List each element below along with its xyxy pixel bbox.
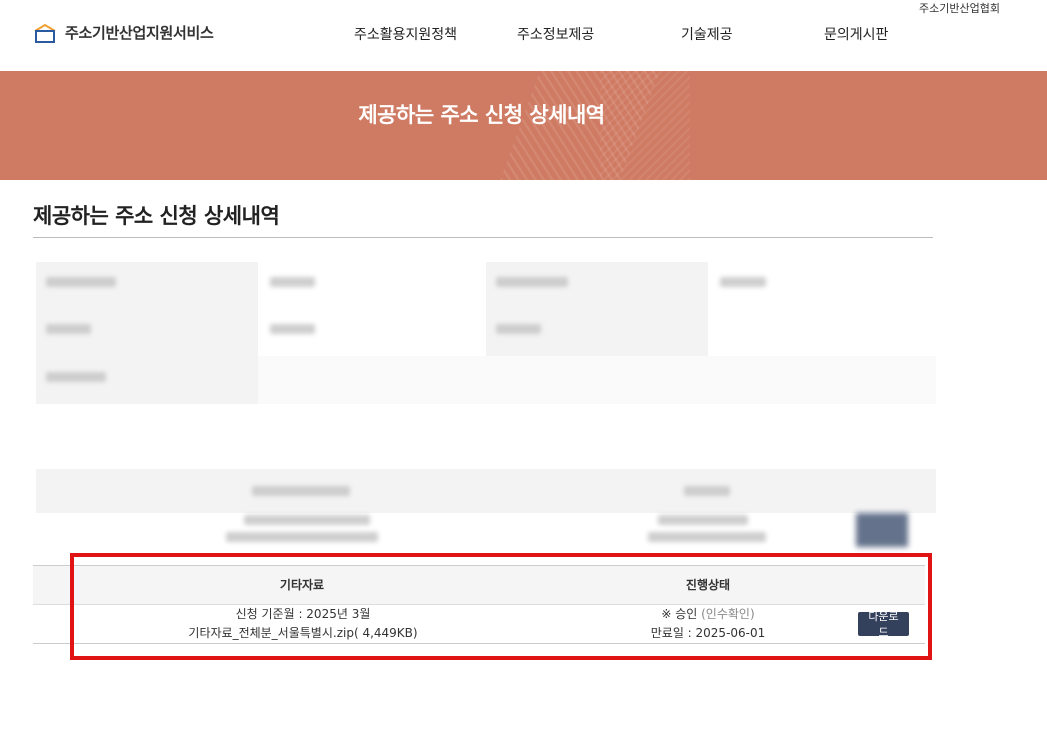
redacted-text	[270, 324, 315, 334]
nav-item-address-info[interactable]: 주소정보제공	[517, 24, 594, 44]
request-month: 신청 기준월 : 2025년 3월	[235, 607, 371, 621]
redacted-text	[226, 532, 378, 542]
redacted-table-header	[36, 469, 936, 513]
nav-item-tech[interactable]: 기술제공	[681, 24, 733, 44]
nav-item-board[interactable]: 문의게시판	[824, 24, 888, 44]
info-value-cell	[258, 356, 936, 404]
expiry-date: 만료일 : 2025-06-01	[650, 626, 766, 640]
redacted-text	[648, 532, 766, 542]
header-other-data: 기타자료	[279, 578, 325, 592]
header-status: 진행상태	[685, 578, 731, 592]
redacted-text	[46, 372, 106, 382]
redacted-text	[720, 277, 766, 287]
file-name: 기타자료_전체분_서울특별시.zip( 4,449KB)	[188, 626, 418, 640]
redacted-text	[496, 324, 541, 334]
nav-item-policy[interactable]: 주소활용지원정책	[354, 24, 457, 44]
redacted-text	[684, 486, 730, 496]
title-divider	[33, 237, 933, 238]
redacted-download-button	[856, 513, 908, 547]
redacted-text	[252, 486, 350, 496]
redacted-text	[496, 277, 568, 287]
status-approved: ※ 승인	[661, 607, 698, 621]
status-note: (인수확인)	[701, 607, 755, 621]
status-text: ※ 승인 (인수확인)	[628, 605, 788, 622]
page-banner: 제공하는 주소 신청 상세내역	[0, 71, 1047, 180]
download-button[interactable]: 다운로드	[858, 611, 909, 639]
redacted-text	[46, 277, 116, 287]
association-link[interactable]: 주소기반산업협회	[919, 0, 1000, 16]
main-nav: 주소활용지원정책 주소정보제공 기술제공 문의게시판	[0, 24, 1047, 44]
redacted-text	[270, 277, 315, 287]
banner-title: 제공하는 주소 신청 상세내역	[358, 103, 605, 127]
redacted-text	[46, 324, 91, 334]
detail-table-row: 신청 기준월 : 2025년 3월 기타자료_전체분_서울특별시.zip( 4,…	[33, 605, 925, 644]
detail-table-header: 기타자료 진행상태	[33, 566, 925, 605]
redacted-table-row	[36, 513, 936, 549]
redacted-text	[244, 515, 370, 525]
page-title: 제공하는 주소 신청 상세내역	[33, 204, 280, 228]
redacted-text	[658, 515, 748, 525]
redacted-info-grid	[36, 262, 936, 404]
